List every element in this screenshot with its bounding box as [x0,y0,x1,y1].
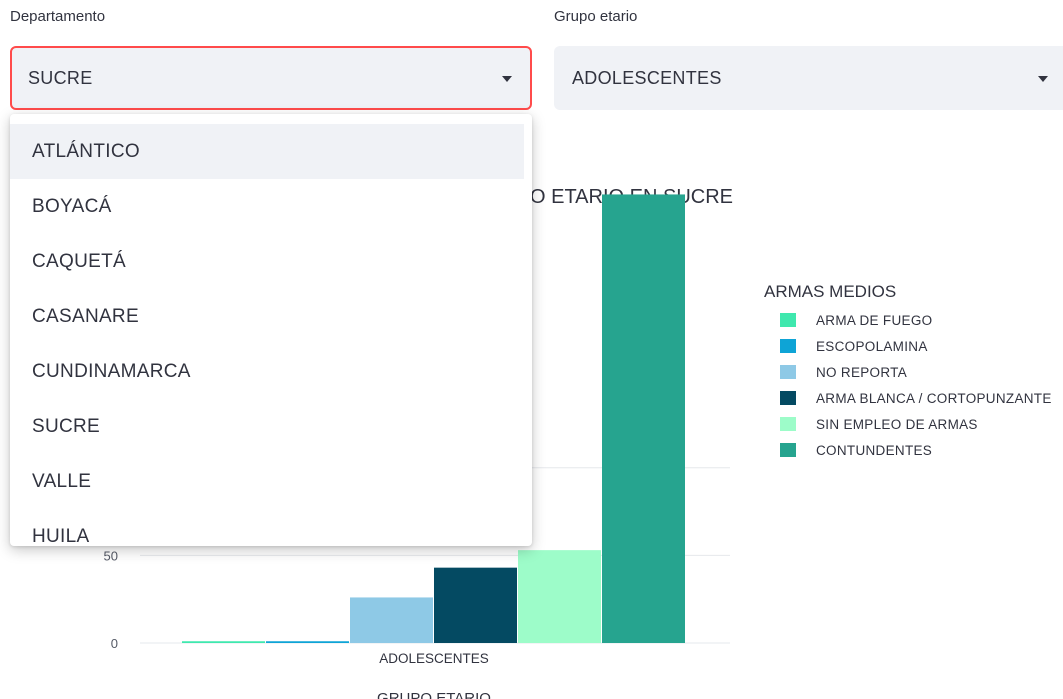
legend-item[interactable]: SIN EMPLEO DE ARMAS [780,415,978,433]
bar[interactable] [434,567,517,643]
dropdown-option[interactable]: VALLE [10,454,524,509]
dropdown-option[interactable]: CASANARE [10,289,524,344]
y-tick-label: 50 [104,548,118,563]
legend-item[interactable]: ESCOPOLAMINA [780,337,928,355]
dropdown-option[interactable]: SUCRE [10,399,524,454]
legend-swatch [780,313,796,327]
y-tick-label: 0 [111,636,118,651]
x-tick-label: ADOLESCENTES [379,651,489,666]
legend-item[interactable]: ARMA BLANCA / CORTOPUNZANTE [780,389,1052,407]
legend-label: ESCOPOLAMINA [816,338,928,354]
legend-label: SIN EMPLEO DE ARMAS [816,416,978,432]
legend-swatch [780,417,796,431]
dropdown-option[interactable]: CAQUETÁ [10,234,524,289]
x-axis-label: GRUPO ETARIO [377,690,491,699]
legend-label: NO REPORTA [816,364,908,380]
legend-label: ARMA DE FUEGO [816,312,933,328]
legend-swatch [780,365,796,379]
legend-item[interactable]: CONTUNDENTES [780,441,932,459]
legend-swatch [780,339,796,353]
dropdown-option[interactable]: HUILA [10,509,524,547]
legend-title: ARMAS MEDIOS [764,282,897,301]
bar[interactable] [602,194,685,643]
dropdown-option[interactable]: BOYACÁ [10,179,524,234]
bar[interactable] [518,550,601,643]
dropdown-option[interactable]: CUNDINAMARCA [10,344,524,399]
bar[interactable] [350,597,433,643]
departamento-dropdown-menu: ATLÁNTICO BOYACÁ CAQUETÁ CASANARE CUNDINAMAR… [10,114,532,546]
legend-item[interactable]: NO REPORTA [780,363,907,381]
legend-label: CONTUNDENTES [816,442,933,458]
bar[interactable] [182,641,265,643]
legend-label: ARMA BLANCA / CORTOPUNZANTE [816,390,1052,406]
dropdown-option[interactable]: ATLÁNTICO [10,124,524,179]
bar[interactable] [266,641,349,643]
legend-item[interactable]: ARMA DE FUEGO [780,311,932,329]
legend-swatch [780,391,796,405]
legend-swatch [780,443,796,457]
